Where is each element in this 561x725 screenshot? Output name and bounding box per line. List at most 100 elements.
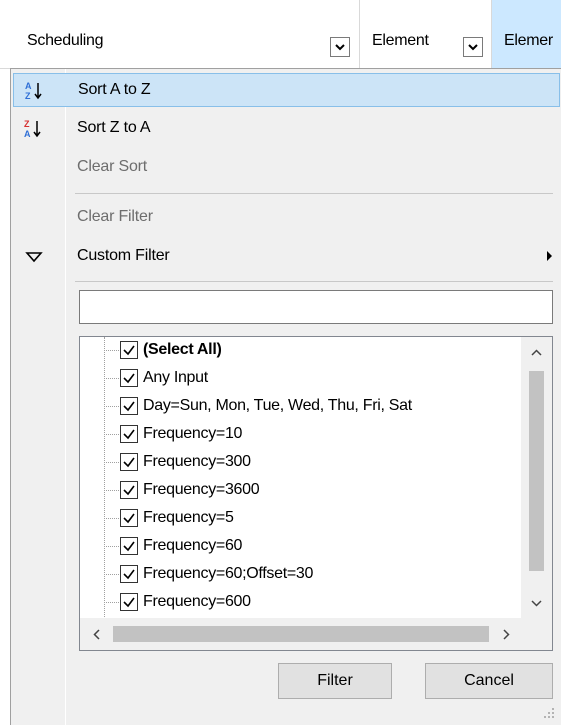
checkbox[interactable]: [120, 369, 138, 387]
checkmark-icon: [123, 345, 135, 356]
tree-connector: [104, 406, 119, 407]
scroll-down-button[interactable]: [521, 588, 552, 618]
list-item-label: Frequency=60: [143, 537, 243, 554]
tree-connector: [104, 574, 119, 575]
tree-connector: [104, 434, 119, 435]
column-header-element-2[interactable]: Elemer: [492, 0, 561, 68]
svg-text:Z: Z: [24, 119, 30, 129]
chevron-right-icon: [502, 628, 510, 640]
list-item[interactable]: Frequency=5: [80, 505, 520, 533]
list-item-label: Frequency=300: [143, 453, 251, 470]
tree-connector: [104, 350, 119, 351]
list-item-label: Frequency=60;Offset=30: [143, 565, 314, 582]
chevron-down-icon: [335, 44, 345, 51]
menu-item-label: Sort Z to A: [77, 119, 151, 136]
svg-text:Z: Z: [25, 91, 31, 101]
list-item-label: Frequency=10: [143, 425, 243, 442]
checkmark-icon: [123, 485, 135, 496]
list-item-label: Frequency=600: [143, 593, 251, 610]
tree-connector: [104, 378, 119, 379]
chevron-down-icon: [468, 44, 478, 51]
checkbox[interactable]: [120, 593, 138, 611]
horizontal-scrollbar[interactable]: [80, 618, 522, 650]
checkmark-icon: [123, 513, 135, 524]
checkbox[interactable]: [120, 341, 138, 359]
column-header-strip: Scheduling Element Elemer: [0, 0, 561, 69]
column-header-scheduling[interactable]: Scheduling: [0, 0, 360, 68]
checkmark-icon: [123, 569, 135, 580]
menu-item-label: Sort A to Z: [78, 81, 151, 98]
tree-connector: [104, 462, 119, 463]
checkmark-icon: [123, 541, 135, 552]
menu-item-label: Clear Sort: [77, 158, 148, 175]
scroll-right-button[interactable]: [490, 618, 522, 650]
list-item[interactable]: Frequency=60: [80, 533, 520, 561]
tree-connector: [104, 518, 119, 519]
checkbox[interactable]: [120, 481, 138, 499]
list-item-select-all[interactable]: (Select All): [80, 337, 520, 365]
tree-connector: [104, 602, 119, 603]
sort-ascending-icon: A Z: [25, 81, 42, 101]
list-item[interactable]: Day=Sun, Mon, Tue, Wed, Thu, Fri, Sat: [80, 393, 520, 421]
list-item[interactable]: Frequency=3600: [80, 477, 520, 505]
menu-item-custom-filter[interactable]: Custom Filter: [13, 240, 560, 274]
checkbox[interactable]: [120, 509, 138, 527]
menu-item-label: Clear Filter: [77, 208, 153, 225]
tree-connector: [104, 490, 119, 491]
element-filter-dropdown-button[interactable]: [463, 37, 483, 57]
scroll-up-button[interactable]: [521, 337, 552, 367]
svg-text:A: A: [24, 129, 31, 139]
vertical-scroll-thumb[interactable]: [529, 371, 544, 571]
menu-item-clear-filter: Clear Filter: [13, 201, 560, 235]
submenu-arrow-icon: [547, 251, 552, 261]
scroll-left-button[interactable]: [80, 618, 112, 650]
menu-item-sort-a-to-z[interactable]: A Z Sort A to Z: [13, 73, 560, 107]
menu-item-label: Custom Filter: [77, 247, 170, 264]
menu-separator: [75, 193, 553, 194]
checkmark-icon: [123, 429, 135, 440]
column-header-element[interactable]: Element: [360, 0, 492, 68]
menu-item-sort-z-to-a[interactable]: Z A Sort Z to A: [13, 112, 560, 146]
chevron-left-icon: [92, 628, 100, 640]
cancel-button[interactable]: Cancel: [425, 663, 553, 699]
checkbox[interactable]: [120, 397, 138, 415]
list-item[interactable]: Frequency=600: [80, 589, 520, 617]
resize-grip-icon[interactable]: [541, 705, 555, 719]
scheduling-filter-dropdown-button[interactable]: [330, 37, 350, 57]
filter-values-viewport: (Select All) Any Input Day=Sun, Mon, Tue…: [80, 337, 522, 618]
filter-values-list[interactable]: (Select All) Any Input Day=Sun, Mon, Tue…: [79, 336, 553, 651]
filter-dropdown-menu: A Z Sort A to Z Z A Sort Z to A Clear So…: [10, 68, 561, 725]
checkbox[interactable]: [120, 565, 138, 583]
list-item[interactable]: Frequency=60;Offset=30: [80, 561, 520, 589]
svg-text:A: A: [25, 81, 32, 91]
horizontal-scroll-thumb[interactable]: [113, 626, 489, 642]
checkmark-icon: [123, 373, 135, 384]
chevron-up-icon: [531, 348, 542, 356]
list-item[interactable]: Frequency=300: [80, 449, 520, 477]
list-item-label: Frequency=3600: [143, 481, 260, 498]
filter-search-input[interactable]: [79, 290, 553, 324]
checkmark-icon: [123, 457, 135, 468]
list-item[interactable]: Any Input: [80, 365, 520, 393]
scrollbar-corner: [521, 618, 552, 650]
column-header-label: Scheduling: [27, 32, 104, 49]
list-item-label: (Select All): [143, 341, 222, 358]
chevron-down-icon: [531, 599, 542, 607]
sort-descending-icon: Z A: [24, 119, 41, 139]
checkbox[interactable]: [120, 453, 138, 471]
menu-separator: [75, 281, 553, 282]
list-item-label: Day=Sun, Mon, Tue, Wed, Thu, Fri, Sat: [143, 397, 412, 414]
column-header-label: Element: [372, 32, 429, 49]
checkmark-icon: [123, 597, 135, 608]
vertical-scrollbar[interactable]: [521, 337, 552, 618]
checkbox[interactable]: [120, 425, 138, 443]
column-header-label: Elemer: [504, 32, 553, 49]
checkmark-icon: [123, 401, 135, 412]
checkbox[interactable]: [120, 537, 138, 555]
list-item-label: Frequency=5: [143, 509, 234, 526]
filter-funnel-icon: [25, 252, 43, 263]
menu-item-clear-sort: Clear Sort: [13, 151, 560, 185]
filter-button[interactable]: Filter: [278, 663, 392, 699]
tree-connector: [104, 546, 119, 547]
list-item[interactable]: Frequency=10: [80, 421, 520, 449]
